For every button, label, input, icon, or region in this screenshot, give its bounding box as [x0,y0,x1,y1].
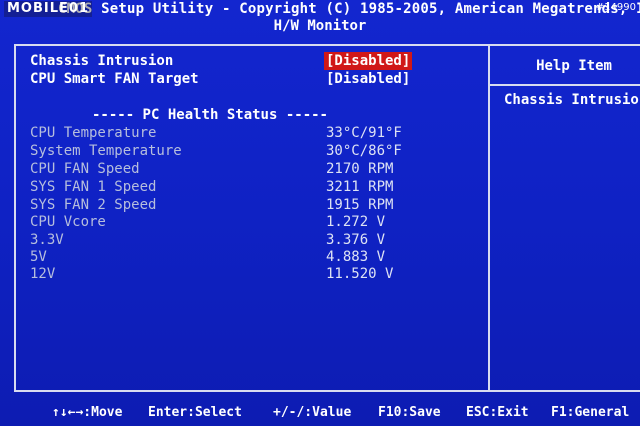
health-value: 11.520 V [326,266,394,282]
health-value: 1.272 V [326,214,386,230]
health-label: 5V [30,249,47,265]
help-text: Chassis Intrusion [504,92,640,108]
bios-screen: CMOS Setup Utility - Copyright (C) 1985-… [0,0,640,426]
health-label: 12V [30,266,56,282]
health-row-3-3v: 3.3V 3.376 V [30,231,480,249]
health-value: 4.883 V [326,249,386,265]
health-row-cpu-vcore: CPU Vcore 1.272 V [30,213,480,231]
title-bar: CMOS Setup Utility - Copyright (C) 1985-… [0,0,640,18]
health-label: CPU FAN Speed [30,161,140,177]
pc-health-heading: ----- PC Health Status ----- [91,107,328,123]
key-general: F1:General [551,405,630,420]
setting-value-cpu-smart-fan-target[interactable]: [Disabled] [326,70,410,88]
health-value: 3.376 V [326,232,386,248]
watermark-logo: MOBILE01 [4,1,92,17]
health-value: 33°C/91°F [326,125,402,141]
setting-chassis-intrusion[interactable]: Chassis Intrusion [Disabled] [30,52,480,70]
setting-cpu-smart-fan-target[interactable]: CPU Smart FAN Target [Disabled] [30,70,480,88]
health-label: CPU Vcore [30,214,106,230]
health-label: CPU Temperature [30,125,157,141]
health-value: 30°C/86°F [326,143,402,159]
health-row-5v: 5V 4.883 V [30,248,480,266]
panel-divider [488,44,490,392]
health-row-12v: 12V 11.520 V [30,265,480,283]
page-title: H/W Monitor [273,18,367,34]
health-row-cpu-fan-speed: CPU FAN Speed 2170 RPM [30,160,480,178]
setting-label: CPU Smart FAN Target [30,71,199,87]
help-divider [490,84,640,86]
key-value: +/-/:Value [273,405,352,420]
key-exit: ESC:Exit [466,405,529,420]
health-row-sys-fan-1-speed: SYS FAN 1 Speed 3211 RPM [30,178,480,196]
health-label: SYS FAN 1 Speed [30,179,157,195]
key-enter: Enter:Select [148,405,242,420]
health-label: System Temperature [30,143,182,159]
help-item-title: Help Item [536,58,612,74]
key-move: ↑↓←→:Move [52,405,123,420]
health-label: 3.3V [30,232,64,248]
key-legend: ↑↓←→:Move Enter:Select +/-/:Value F10:Sa… [0,402,640,424]
setting-value-chassis-intrusion[interactable]: [Disabled] [324,52,413,70]
health-row-sys-fan-2-speed: SYS FAN 2 Speed 1915 RPM [30,196,480,214]
utility-title: CMOS Setup Utility - Copyright (C) 1985-… [58,1,640,17]
health-value: 3211 RPM [326,179,394,195]
setting-label: Chassis Intrusion [30,53,174,69]
health-value: 1915 RPM [326,197,394,213]
watermark-id: #14990 [595,2,636,13]
health-row-cpu-temperature: CPU Temperature 33°C/91°F [30,124,480,142]
health-label: SYS FAN 2 Speed [30,197,157,213]
health-value: 2170 RPM [326,161,394,177]
key-save: F10:Save [378,405,441,420]
health-row-system-temperature: System Temperature 30°C/86°F [30,142,480,160]
